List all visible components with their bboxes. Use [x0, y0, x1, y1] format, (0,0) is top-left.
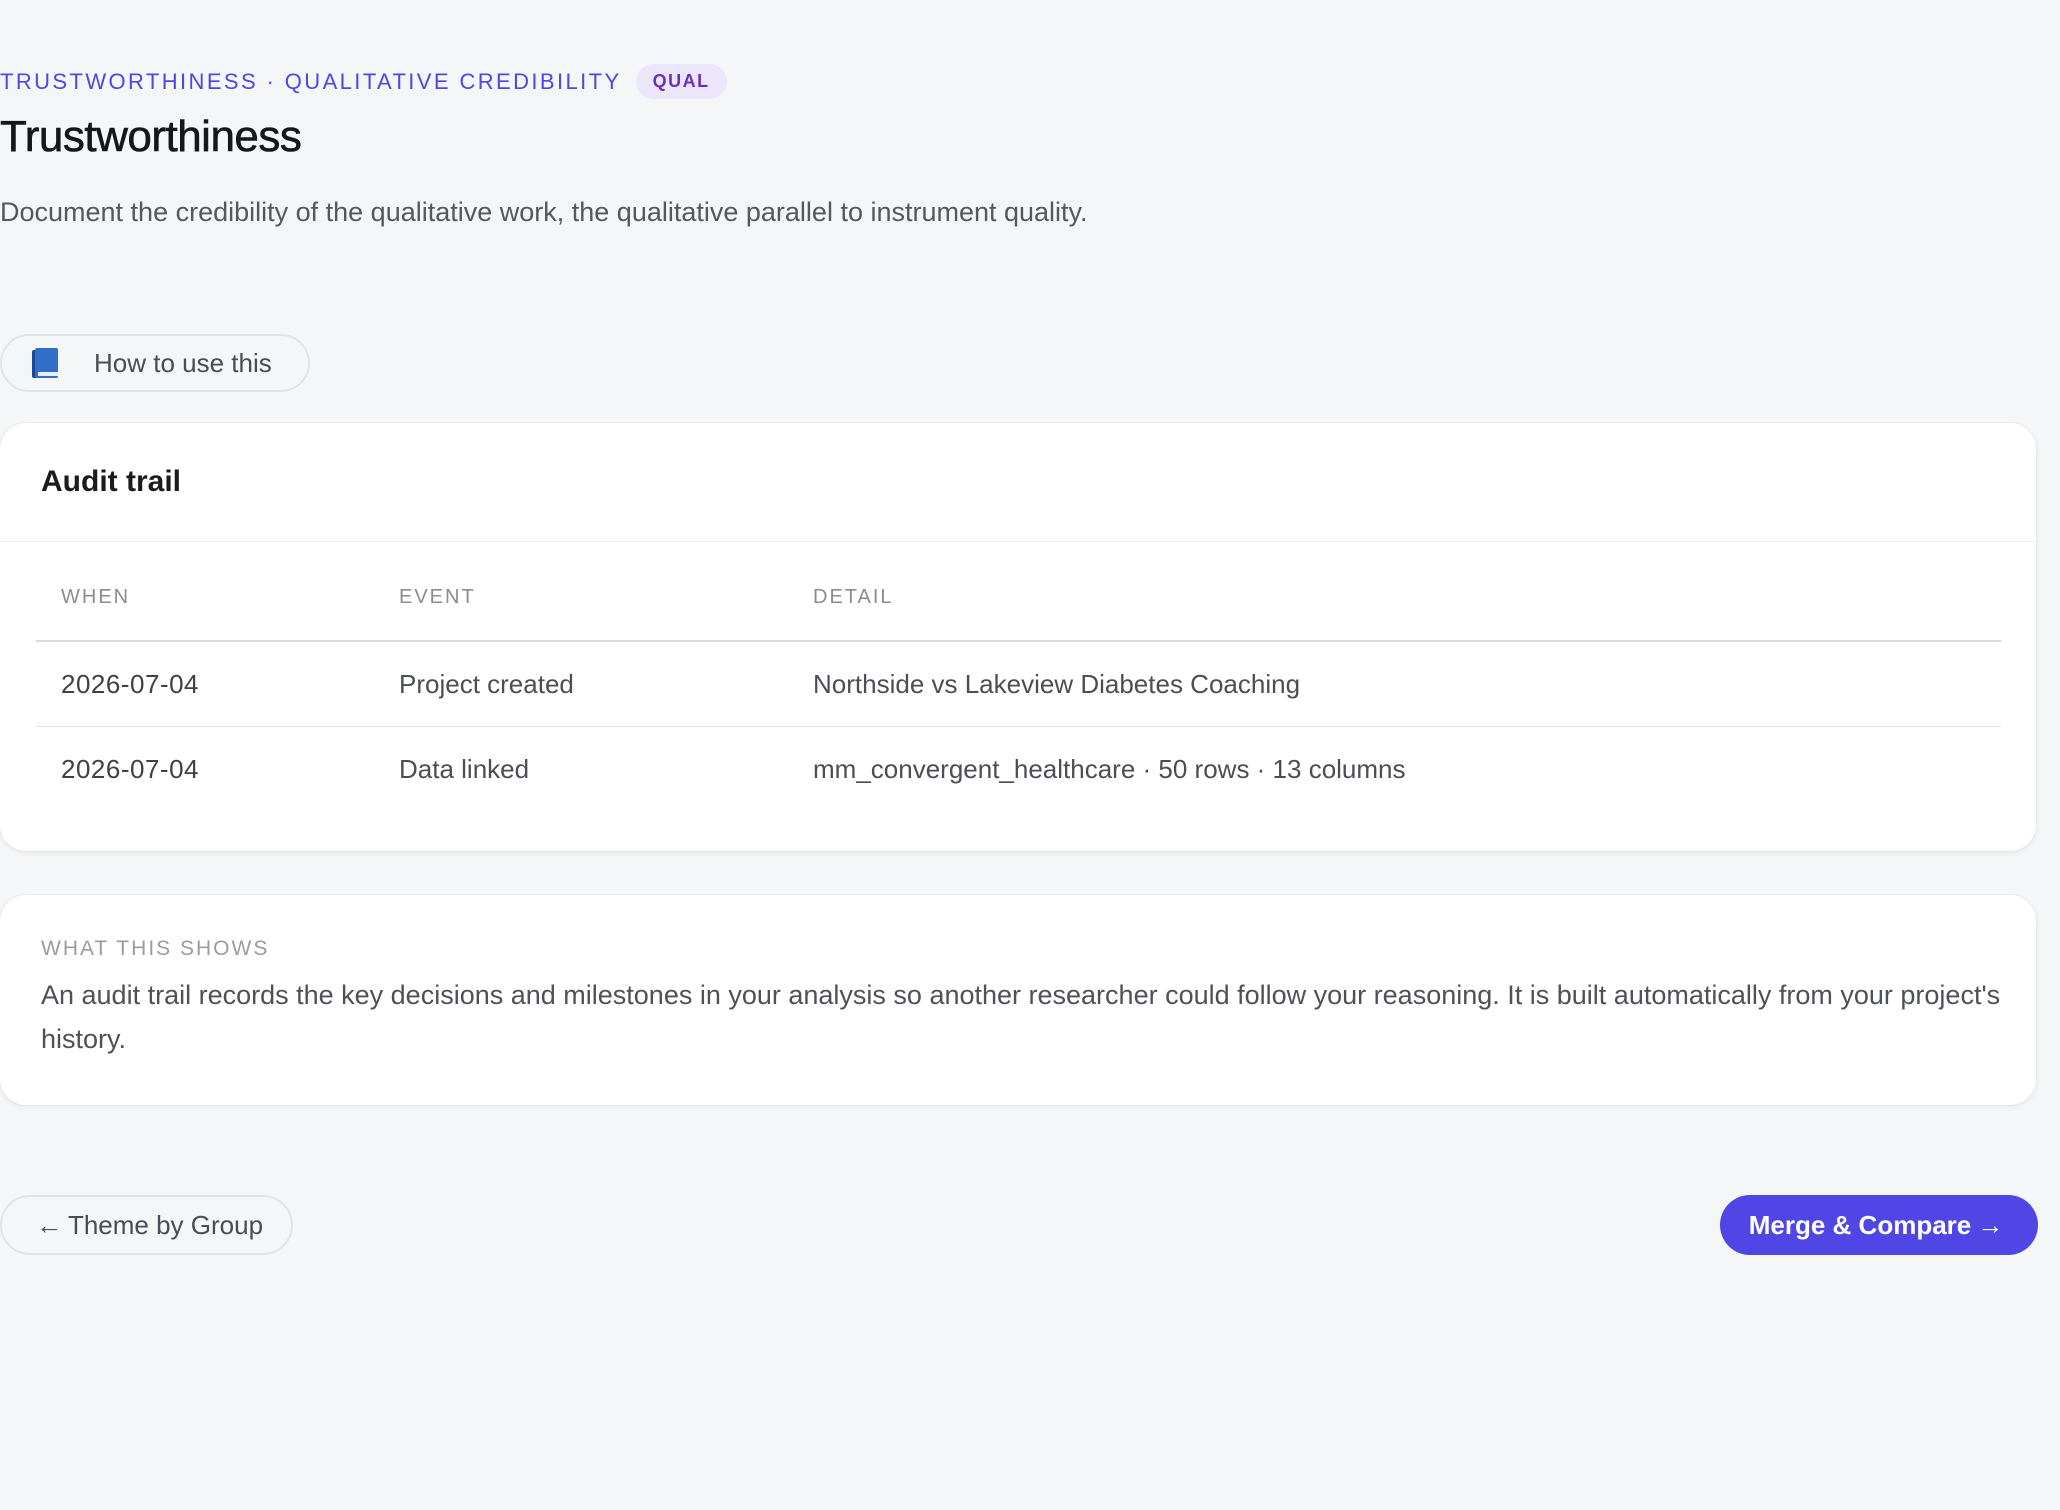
page: TRUSTWORTHINESS · QUALITATIVE CREDIBILIT…: [0, 0, 2060, 1510]
next-step-label: Merge & Compare: [1748, 1209, 1972, 1240]
breadcrumb: TRUSTWORTHINESS · QUALITATIVE CREDIBILIT…: [0, 64, 727, 99]
table-header: WHEN EVENT DETAIL: [36, 554, 2001, 642]
row-detail: mm_convergent_healthcare · 50 rows · 13 …: [813, 753, 1406, 784]
qual-badge: QUAL: [635, 64, 727, 99]
page-title: Trustworthiness: [0, 112, 302, 162]
book-icon: [32, 348, 58, 378]
row-detail: Northside vs Lakeview Diabetes Coaching: [813, 668, 1301, 699]
column-header-detail: DETAIL: [813, 585, 894, 608]
audit-trail-title: Audit trail: [41, 465, 181, 498]
breadcrumb-text[interactable]: TRUSTWORTHINESS · QUALITATIVE CREDIBILIT…: [0, 69, 622, 95]
how-to-use-button[interactable]: How to use this: [0, 334, 310, 392]
what-this-shows-text: An audit trail records the key decisions…: [41, 980, 2001, 1054]
previous-step-button[interactable]: ← Theme by Group: [0, 1195, 293, 1255]
arrow-left-icon: ←: [35, 1209, 62, 1240]
row-event: Project created: [399, 668, 574, 699]
arrow-right-icon: →: [1977, 1209, 2004, 1240]
audit-trail-header: Audit trail: [0, 423, 2036, 542]
previous-step-label: Theme by Group: [67, 1209, 264, 1240]
row-when: 2026-07-04: [61, 668, 199, 699]
table-row: 2026-07-04 Data linked mm_convergent_hea…: [36, 727, 2001, 811]
audit-table: WHEN EVENT DETAIL 2026-07-04 Project cre…: [36, 575, 2001, 832]
what-this-shows-heading: WHAT THIS SHOWS: [41, 937, 270, 960]
audit-trail-card: Audit trail WHEN EVENT DETAIL 2026-07-04…: [0, 423, 2036, 851]
column-header-event: EVENT: [399, 585, 476, 608]
column-header-when: WHEN: [61, 585, 131, 608]
row-event: Data linked: [399, 753, 530, 784]
row-when: 2026-07-04: [61, 753, 199, 784]
how-to-use-label: How to use this: [94, 347, 272, 378]
page-description: Document the credibility of the qualitat…: [0, 197, 1088, 227]
what-this-shows-card: WHAT THIS SHOWS An audit trail records t…: [0, 895, 2036, 1105]
table-row: 2026-07-04 Project created Northside vs …: [36, 642, 2001, 727]
next-step-button[interactable]: Merge & Compare →: [1720, 1195, 2038, 1255]
